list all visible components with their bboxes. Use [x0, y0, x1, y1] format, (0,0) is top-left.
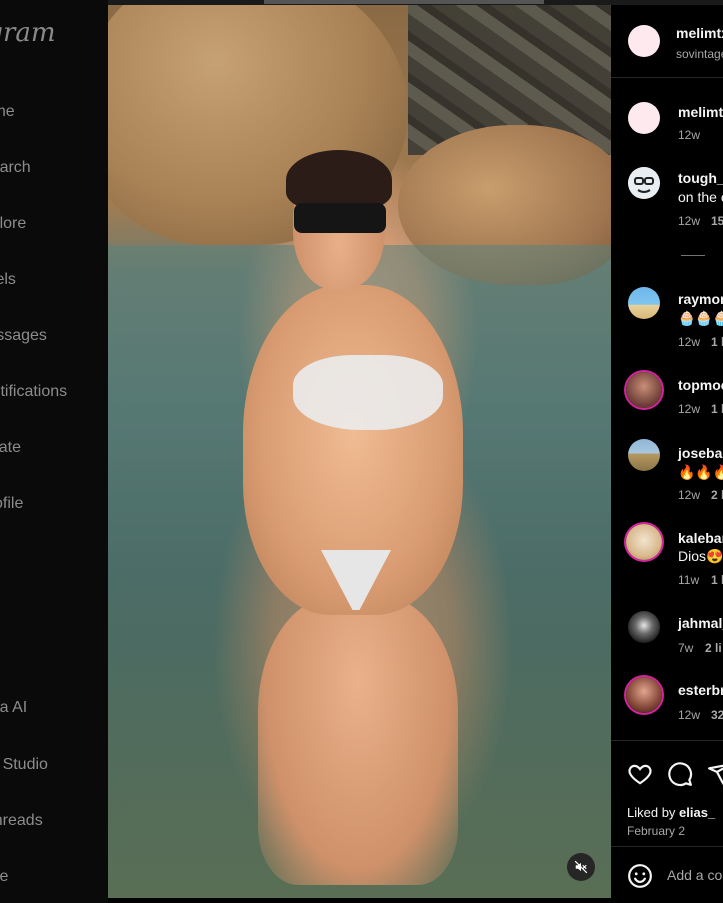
- sidebar-nav: Instagram Home Search Explore Reels Mess…: [0, 0, 108, 903]
- comment-text: 🧁🧁🧁: [678, 310, 723, 326]
- comment-username[interactable]: tough_: [678, 170, 723, 186]
- caption-username[interactable]: melimtx: [678, 104, 723, 120]
- comment-text: on the e: [678, 189, 723, 205]
- sidebar-item-profile[interactable]: Profile: [0, 495, 23, 513]
- add-comment-input[interactable]: [667, 867, 723, 883]
- post-details-panel: melimtx sovintage melimtx 12w tough_ on …: [611, 5, 723, 903]
- comment-likes[interactable]: 1 l: [711, 573, 723, 587]
- sidebar-item-meta-ai[interactable]: Meta AI: [0, 699, 27, 717]
- hair-shape: [286, 150, 392, 210]
- sidebar-item-ai-studio[interactable]: AI Studio: [0, 756, 48, 774]
- sidebar-item-explore[interactable]: Explore: [0, 215, 26, 233]
- caption-avatar[interactable]: [628, 102, 660, 134]
- sidebar-item-create[interactable]: Create: [0, 439, 21, 457]
- comment-username[interactable]: topmoc: [678, 377, 723, 393]
- liked-by-text: Liked by elias_: [627, 805, 716, 820]
- comment-text: Dios😍: [678, 548, 723, 564]
- comment-avatar[interactable]: [628, 167, 660, 199]
- post-header: melimtx sovintage: [611, 5, 723, 78]
- sidebar-item-search[interactable]: Search: [0, 159, 31, 177]
- author-username[interactable]: melimtx: [676, 25, 723, 41]
- comment-age: 12w: [678, 708, 701, 722]
- sidebar-item-notifications[interactable]: Notifications: [0, 383, 67, 401]
- sidebar-item-threads[interactable]: Threads: [0, 812, 43, 830]
- caption-age: 12w: [678, 128, 701, 142]
- comment-username[interactable]: kalebar: [678, 530, 723, 546]
- comment-avatar[interactable]: [626, 524, 662, 560]
- figure-legs-shape: [258, 595, 458, 885]
- comment-avatar[interactable]: [626, 372, 662, 408]
- speaker-muted-icon: [574, 860, 588, 874]
- sidebar-item-messages[interactable]: Messages: [0, 327, 47, 345]
- comment-username[interactable]: raymon: [678, 291, 723, 307]
- comment-text: 🔥🔥🔥: [678, 464, 723, 480]
- comment-age: 12w: [678, 402, 701, 416]
- comment-likes[interactable]: 15: [711, 214, 723, 228]
- comment-age: 12w: [678, 335, 701, 349]
- heart-icon[interactable]: [627, 761, 653, 787]
- post-date[interactable]: February 2: [627, 824, 685, 838]
- headband-shape: [294, 203, 386, 233]
- comment-age: 11w: [678, 573, 700, 587]
- scrollbar-thumb[interactable]: [264, 0, 544, 4]
- sidebar-item-more[interactable]: More: [0, 868, 8, 886]
- comment-avatar[interactable]: [628, 439, 660, 471]
- comment-username[interactable]: esterbr: [678, 682, 723, 698]
- comment-avatar[interactable]: [628, 287, 660, 319]
- comment-likes[interactable]: 1 l: [711, 402, 723, 416]
- comment-avatar[interactable]: [628, 611, 660, 643]
- instagram-logo[interactable]: Instagram: [0, 18, 56, 48]
- post-actions: Liked by elias_ February 2: [611, 740, 723, 903]
- share-icon[interactable]: [707, 761, 723, 787]
- mute-button[interactable]: [567, 853, 595, 881]
- comment-likes[interactable]: 1 l: [711, 335, 723, 349]
- add-comment-bar: [611, 846, 723, 903]
- comment-age: 12w: [678, 214, 701, 228]
- comment-likes[interactable]: 2 li: [705, 641, 722, 655]
- garment-shape: [293, 355, 443, 430]
- author-avatar[interactable]: [628, 25, 660, 57]
- cartoon-avatar-icon: [628, 167, 660, 199]
- comment-icon[interactable]: [667, 761, 693, 787]
- view-replies-line[interactable]: [681, 255, 705, 256]
- comment-avatar[interactable]: [626, 677, 662, 713]
- comment-age: 7w: [678, 641, 694, 655]
- sidebar-item-home[interactable]: Home: [0, 103, 15, 121]
- comment-likes[interactable]: 32: [711, 708, 723, 722]
- emoji-icon[interactable]: [627, 863, 653, 889]
- reel-video[interactable]: [108, 5, 611, 898]
- comment-age: 12w: [678, 488, 701, 502]
- audio-label[interactable]: sovintage: [676, 47, 723, 61]
- liked-by-user[interactable]: elias_: [679, 805, 715, 820]
- comment-likes[interactable]: 2 l: [711, 488, 723, 502]
- sidebar-item-reels[interactable]: Reels: [0, 271, 16, 289]
- comment-username[interactable]: josebac: [678, 445, 723, 461]
- comment-username[interactable]: jahmal_: [678, 615, 723, 631]
